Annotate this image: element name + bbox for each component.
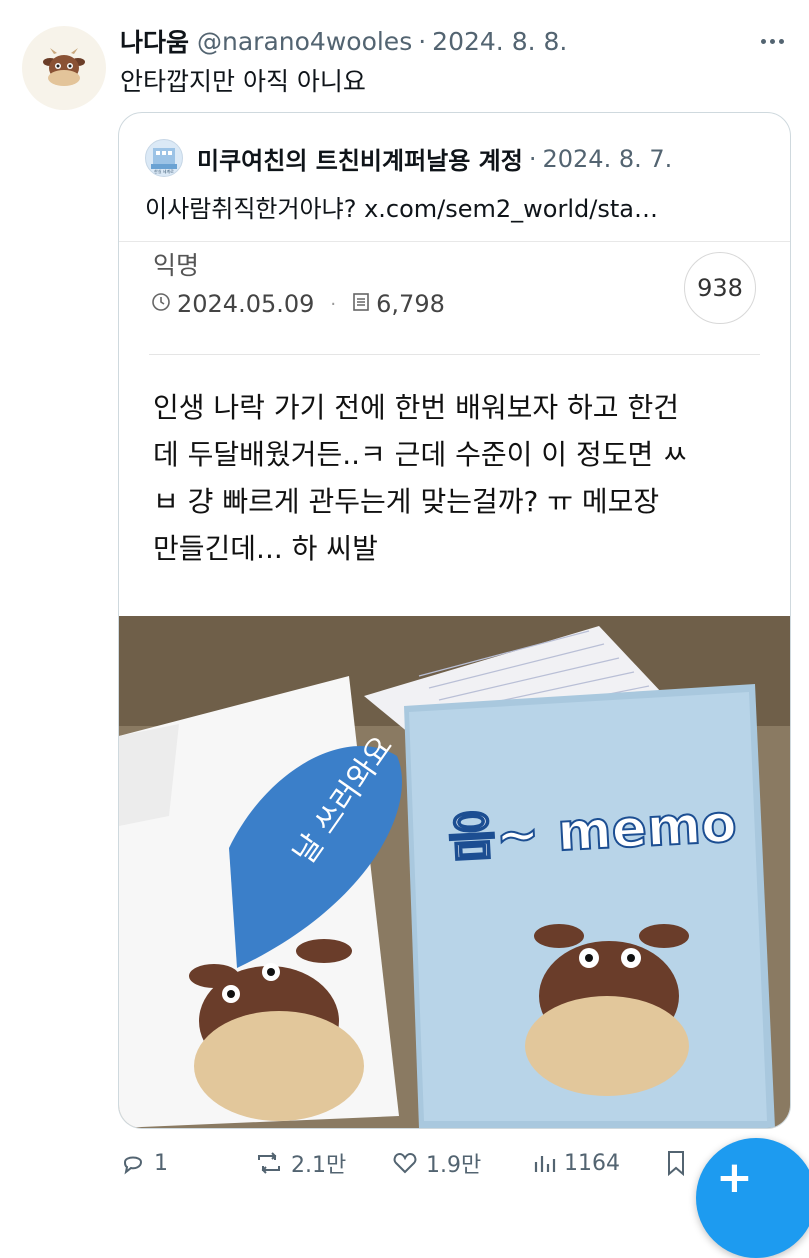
reply-button[interactable]: 1 — [120, 1140, 168, 1186]
memo-pads-photo: 날 쓰러와요 음~ memo — [119, 616, 790, 1128]
quoted-date[interactable]: 2024. 8. 7. — [542, 145, 672, 173]
reply-count: 1 — [154, 1150, 168, 1176]
quoted-author-name[interactable]: 미쿠여친의 트친비계퍼날용 계정 — [197, 141, 523, 176]
card-date: 2024.05.09 — [177, 290, 315, 318]
repost-count: 2.1만 — [291, 1153, 347, 1178]
card-meta: 2024.05.09 · 6,798 — [151, 290, 445, 318]
repost-button[interactable]: 2.1만 — [255, 1140, 346, 1186]
header-separator: · — [418, 26, 427, 56]
quoted-separator: · — [528, 144, 537, 173]
cow-avatar-icon — [43, 48, 85, 86]
document-icon — [352, 290, 370, 318]
views-count: 1164 — [564, 1150, 620, 1176]
analytics-icon — [534, 1156, 556, 1172]
like-button[interactable]: 1.9만 — [392, 1140, 481, 1186]
attached-photo[interactable]: 날 쓰러와요 음~ memo — [119, 616, 790, 1128]
bookmark-icon — [668, 1151, 684, 1177]
action-bar: 1 2.1만 1.9만 1164 — [0, 1140, 809, 1186]
card-body-line: 인생 나락 가기 전에 한번 배워보자 하고 한건 — [153, 391, 679, 424]
views-button[interactable]: 1164 — [532, 1140, 620, 1186]
like-count: 1.9만 — [426, 1153, 482, 1178]
screenshot-card: 익명 2024.05.09 · 6,798 938 인생 나락 가기 전에 한번… — [119, 241, 790, 617]
card-divider — [149, 354, 760, 355]
compose-fab[interactable]: + — [696, 1138, 809, 1258]
post-header: 나다움 @narano4wooles · 2024. 8. 8. — [120, 24, 567, 58]
quoted-avatar-caption: 한실 세계로 — [154, 168, 174, 174]
comment-count-badge: 938 — [684, 252, 756, 324]
author-name[interactable]: 나다움 — [120, 23, 189, 59]
card-author: 익명 — [153, 251, 200, 280]
card-body-line: 만들긴데... 하 씨발 — [153, 532, 378, 565]
author-avatar[interactable] — [22, 26, 106, 110]
post-text: 안타깝지만 아직 아니요 — [120, 67, 366, 96]
clock-icon — [151, 290, 171, 318]
heart-icon — [393, 1152, 417, 1174]
reply-icon — [123, 1156, 143, 1175]
card-body: 인생 나락 가기 전에 한번 배워보자 하고 한건 데 두달배웠거든..ㅋ 근데… — [153, 384, 773, 572]
bookmark-button[interactable] — [664, 1140, 696, 1186]
card-views: 6,798 — [376, 290, 445, 318]
card-body-line: ㅂ 걍 빠르게 관두는게 맞는걸까? ㅠ 메모장 — [153, 485, 660, 518]
compose-plus-icon: + — [716, 1152, 753, 1203]
repost-icon — [258, 1152, 280, 1174]
post-date[interactable]: 2024. 8. 8. — [432, 27, 567, 56]
author-handle[interactable]: @narano4wooles — [197, 27, 412, 56]
more-options-icon[interactable] — [752, 26, 792, 56]
quoted-author-avatar[interactable]: 한실 세계로 — [145, 139, 183, 177]
card-body-line: 데 두달배웠거든..ㅋ 근데 수준이 이 정도면 ㅆ — [153, 438, 688, 471]
quoted-post[interactable]: 한실 세계로 미쿠여친의 트친비계퍼날용 계정 · 2024. 8. 7. 이사… — [118, 112, 791, 1129]
quoted-header: 미쿠여친의 트친비계퍼날용 계정 · 2024. 8. 7. — [197, 141, 672, 176]
meta-dot: · — [330, 293, 337, 315]
quoted-text: 이사람취직한거아냐? x.com/sem2_world/sta… — [145, 195, 658, 223]
building-avatar-icon: 한실 세계로 — [151, 148, 177, 174]
